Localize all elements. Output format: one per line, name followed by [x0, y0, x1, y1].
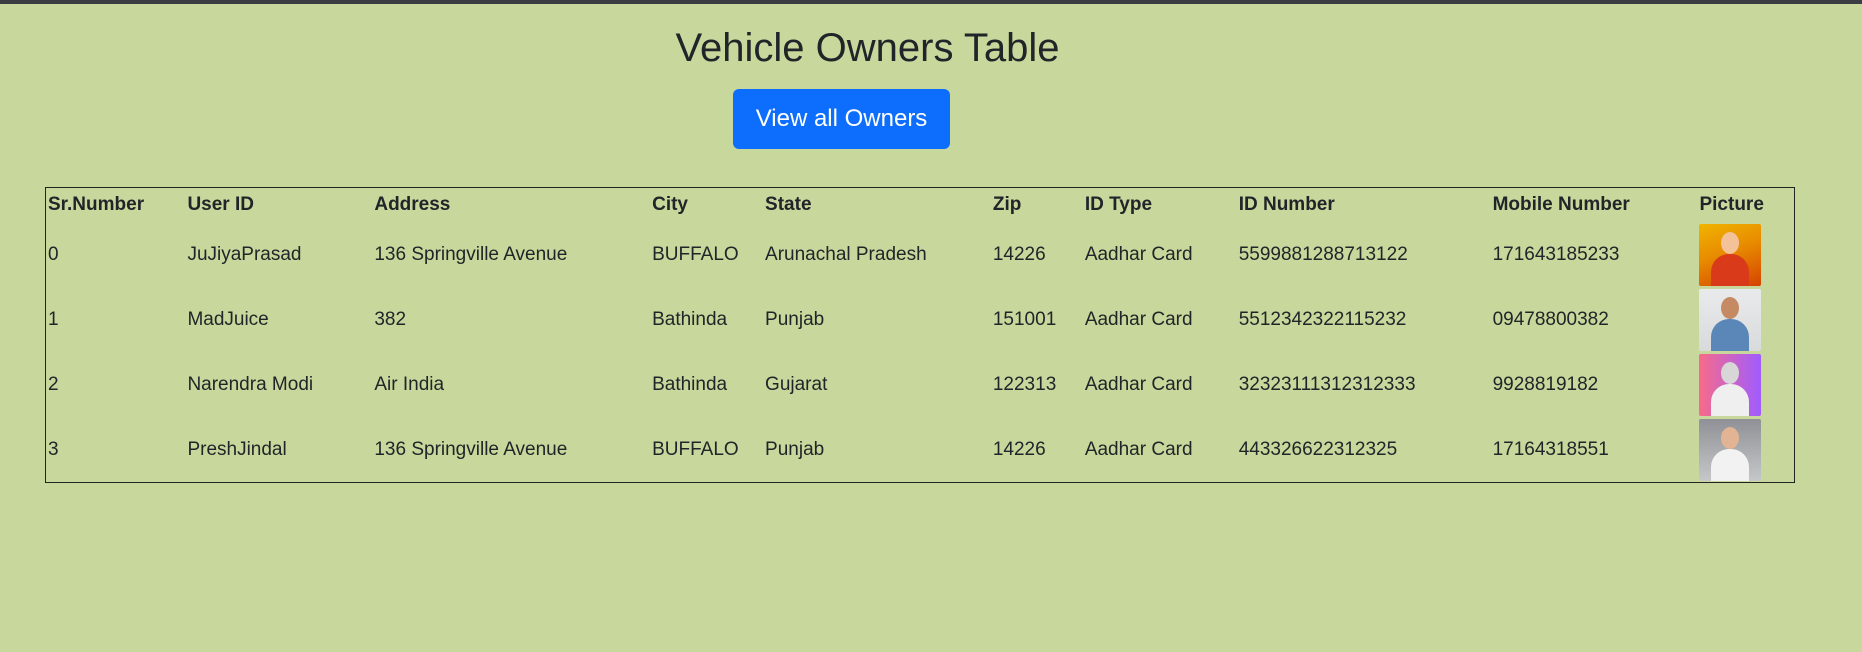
- state-cell: Punjab: [765, 438, 825, 460]
- picture-cell: [1697, 222, 1794, 287]
- sr-number-cell: 0: [48, 243, 59, 265]
- address-cell: Air India: [374, 373, 445, 395]
- column-header-state: State: [765, 194, 812, 215]
- user-id-cell: PreshJindal: [187, 438, 287, 460]
- table-header-row: Sr.Number User ID Address City State Zip…: [46, 188, 1795, 223]
- city-cell: BUFFALO: [652, 438, 739, 460]
- sr-number-cell: 3: [48, 438, 59, 460]
- id-number-cell: 443326622312325: [1238, 438, 1398, 460]
- id-type-cell: Aadhar Card: [1084, 373, 1193, 395]
- column-header-picture: Picture: [1699, 194, 1764, 215]
- id-number-cell: 5512342322115232: [1238, 308, 1407, 330]
- owner-photo: [1699, 288, 1762, 351]
- address-cell: 382: [374, 308, 407, 330]
- zip-cell: 151001: [992, 308, 1057, 330]
- column-header-sr-number: Sr.Number: [48, 194, 145, 215]
- id-number-cell: 32323111312312333: [1238, 373, 1416, 395]
- city-cell: Bathinda: [652, 373, 728, 395]
- table-row: 0 JuJiyaPrasad 136 Springville Avenue BU…: [46, 222, 1795, 287]
- picture-cell: [1697, 287, 1794, 352]
- city-cell: Bathinda: [652, 308, 728, 330]
- page-title: Vehicle Owners Table: [675, 26, 1060, 70]
- picture-cell: [1697, 417, 1794, 483]
- owner-photo: [1699, 353, 1762, 416]
- zip-cell: 14226: [992, 438, 1046, 460]
- id-number-cell: 5599881288713122: [1238, 243, 1408, 265]
- mobile-number-cell: 09478800382: [1492, 308, 1609, 330]
- address-cell: 136 Springville Avenue: [374, 438, 568, 460]
- zip-cell: 122313: [992, 373, 1057, 395]
- user-id-cell: MadJuice: [187, 308, 269, 330]
- column-header-address: Address: [374, 194, 451, 215]
- user-id-cell: Narendra Modi: [187, 373, 314, 395]
- owners-table: Sr.Number User ID Address City State Zip…: [45, 187, 1795, 483]
- city-cell: BUFFALO: [652, 243, 739, 265]
- owner-photo: [1699, 223, 1762, 286]
- sr-number-cell: 2: [48, 373, 59, 395]
- column-header-user-id: User ID: [187, 194, 254, 215]
- mobile-number-cell: 9928819182: [1492, 373, 1599, 395]
- id-type-cell: Aadhar Card: [1084, 243, 1193, 265]
- column-header-city: City: [652, 194, 688, 215]
- id-type-cell: Aadhar Card: [1084, 308, 1193, 330]
- sr-number-cell: 1: [48, 308, 59, 330]
- column-header-mobile-number: Mobile Number: [1492, 194, 1630, 215]
- state-cell: Arunachal Pradesh: [765, 243, 927, 265]
- picture-cell: [1697, 352, 1794, 417]
- table-row: 2 Narendra Modi Air India Bathinda Gujar…: [46, 352, 1795, 417]
- column-header-zip: Zip: [992, 194, 1022, 215]
- table-row: 3 PreshJindal 136 Springville Avenue BUF…: [46, 417, 1795, 483]
- mobile-number-cell: 171643185233: [1492, 243, 1620, 265]
- address-cell: 136 Springville Avenue: [374, 243, 568, 265]
- id-type-cell: Aadhar Card: [1084, 438, 1193, 460]
- state-cell: Punjab: [765, 308, 825, 330]
- zip-cell: 14226: [992, 243, 1046, 265]
- top-bar: [0, 0, 1862, 4]
- mobile-number-cell: 17164318551: [1492, 438, 1609, 460]
- column-header-id-number: ID Number: [1238, 194, 1335, 215]
- state-cell: Gujarat: [765, 373, 828, 395]
- table-row: 1 MadJuice 382 Bathinda Punjab 151001 Aa…: [46, 287, 1795, 352]
- view-all-owners-button[interactable]: View all Owners: [733, 89, 950, 149]
- owner-photo: [1699, 418, 1762, 481]
- column-header-id-type: ID Type: [1084, 194, 1153, 215]
- user-id-cell: JuJiyaPrasad: [187, 243, 302, 265]
